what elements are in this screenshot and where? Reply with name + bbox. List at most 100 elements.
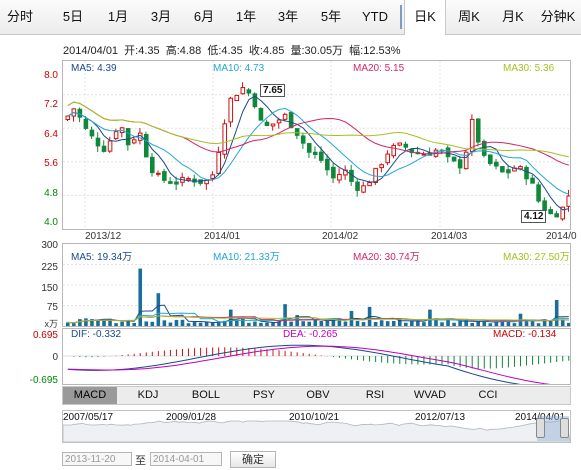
price-ytick: 7.2 [44, 99, 58, 110]
indicator-cci-button[interactable]: CCI [461, 387, 515, 404]
tab-5day[interactable]: 5日 [55, 0, 91, 34]
tab-week-k[interactable]: 周K [451, 0, 487, 34]
candle-body [101, 145, 107, 152]
tab-day-k[interactable]: 日K [404, 0, 446, 35]
tab-divider [400, 5, 402, 29]
candle-body [210, 174, 215, 179]
volume-ytick: 150 [41, 283, 58, 294]
candle-body [319, 151, 324, 161]
price-xtick: 2013/12 [85, 231, 122, 242]
indicator-macd-button[interactable]: MACD [63, 387, 117, 404]
tab-1year[interactable]: 1年 [228, 0, 264, 34]
indicator-wvad-button[interactable]: WVAD [403, 387, 457, 404]
volume-ytick: 300 [41, 240, 58, 251]
volume-bar [78, 319, 82, 326]
candle-body [288, 111, 294, 129]
low-price-marker: 4.12 [521, 210, 547, 223]
volume-bar [391, 321, 396, 326]
volume-bar [355, 320, 360, 326]
range-navigator[interactable]: 2007/05/17 2009/01/28 2010/10/21 2012/07… [62, 410, 571, 443]
volume-bar [524, 321, 529, 326]
candle-body [306, 143, 312, 153]
volume-bar [416, 321, 420, 326]
candle-body [391, 144, 397, 157]
indicator-boll-button[interactable]: BOLL [179, 387, 233, 404]
macd-panel[interactable]: DIF: -0.332 DEA: -0.265 MACD: -0.134 [62, 328, 571, 385]
volume-bar [452, 322, 456, 326]
price-ma20-label: MA20: 5.15 [353, 63, 405, 74]
macd-ytick: 0 [52, 352, 58, 363]
candle-body [150, 156, 155, 174]
volume-bar [434, 319, 438, 326]
volume-bar [554, 300, 559, 326]
volume-bar [271, 322, 275, 326]
navigator-right-handle[interactable] [560, 418, 569, 438]
price-ytick: 4.8 [44, 188, 58, 199]
candle-body [131, 139, 137, 144]
tab-1month[interactable]: 1月 [100, 0, 136, 34]
volume-bar [446, 319, 450, 326]
vol-ma20-label: MA20: 30.74万 [353, 252, 420, 263]
tab-month-k[interactable]: 月K [495, 0, 531, 34]
tab-6month[interactable]: 6月 [186, 0, 222, 34]
navigator-left-handle[interactable] [536, 418, 545, 438]
indicator-button-bar: MACD KDJ BOLL PSY OBV RSI WVAD CCI [62, 386, 571, 405]
indicator-psy-button[interactable]: PSY [237, 387, 291, 404]
end-date-input[interactable]: 2014-04-01 [150, 452, 222, 466]
tab-5year[interactable]: 5年 [313, 0, 349, 34]
tab-minute-k[interactable]: 分钟K [535, 0, 581, 34]
candle-body [337, 173, 342, 181]
tab-fenshi[interactable]: 分时 [0, 0, 40, 34]
candle-body [113, 131, 119, 140]
volume-panel[interactable]: MA5: 19.34万 MA10: 21.33万 MA20: 30.74万 MA… [62, 243, 571, 327]
candle-body [234, 94, 240, 102]
confirm-button[interactable]: 确定 [230, 451, 276, 468]
volume-bar [536, 323, 541, 326]
volume-bar [373, 322, 378, 326]
quote-info-line: 2014/04/01 开:4.35 高:4.88 低:4.35 收:4.85 量… [63, 45, 401, 57]
volume-bar [192, 322, 197, 326]
volume-bar [548, 321, 553, 326]
indicator-obv-button[interactable]: OBV [291, 387, 345, 404]
macd-dif-line [67, 344, 521, 384]
price-xtick: 2014/01 [204, 231, 241, 242]
candle-body [264, 121, 270, 127]
volume-unit: x万 [44, 319, 58, 329]
candle-body [367, 182, 372, 187]
candle-body [385, 153, 390, 164]
tab-ytd[interactable]: YTD [357, 0, 393, 34]
volume-ytick: 75 [46, 302, 58, 313]
price-ma5-label: MA5: 4.39 [71, 63, 117, 74]
candle-body [282, 113, 288, 120]
candle-body [228, 97, 234, 123]
price-ma30-label: MA30: 5.36 [503, 63, 555, 74]
candle-body [240, 87, 246, 95]
volume-bar [102, 320, 106, 326]
volume-bar [530, 320, 535, 326]
tab-3month[interactable]: 3月 [143, 0, 179, 34]
price-ytick: 5.6 [44, 158, 58, 169]
start-date-input[interactable]: 2013-11-20 [62, 452, 132, 466]
candle-body [162, 171, 167, 181]
indicator-rsi-button[interactable]: RSI [348, 387, 402, 404]
volume-bar [506, 321, 511, 326]
vol-ma5-label: MA5: 19.34万 [71, 252, 133, 263]
candle-body [125, 128, 131, 146]
price-ma10-label: MA10: 4.73 [213, 63, 265, 74]
candle-body [379, 164, 384, 169]
macd-dea-label: DEA: -0.265 [283, 329, 338, 340]
volume-bar [404, 322, 408, 326]
price-panel[interactable]: MA5: 4.39 MA10: 4.73 MA20: 5.15 MA30: 5.… [62, 60, 571, 230]
candle-body [174, 181, 179, 185]
tab-3year[interactable]: 3年 [270, 0, 306, 34]
navigator-area [63, 420, 570, 442]
volume-bar [379, 320, 384, 326]
candle-body [276, 119, 282, 124]
vol-ma10-line [67, 312, 569, 324]
candle-body [325, 158, 330, 171]
volume-bar [319, 321, 324, 326]
navigator-date: 2012/07/13 [415, 412, 466, 423]
candle-body [270, 123, 276, 127]
candle-body [403, 143, 409, 148]
indicator-kdj-button[interactable]: KDJ [121, 387, 175, 404]
